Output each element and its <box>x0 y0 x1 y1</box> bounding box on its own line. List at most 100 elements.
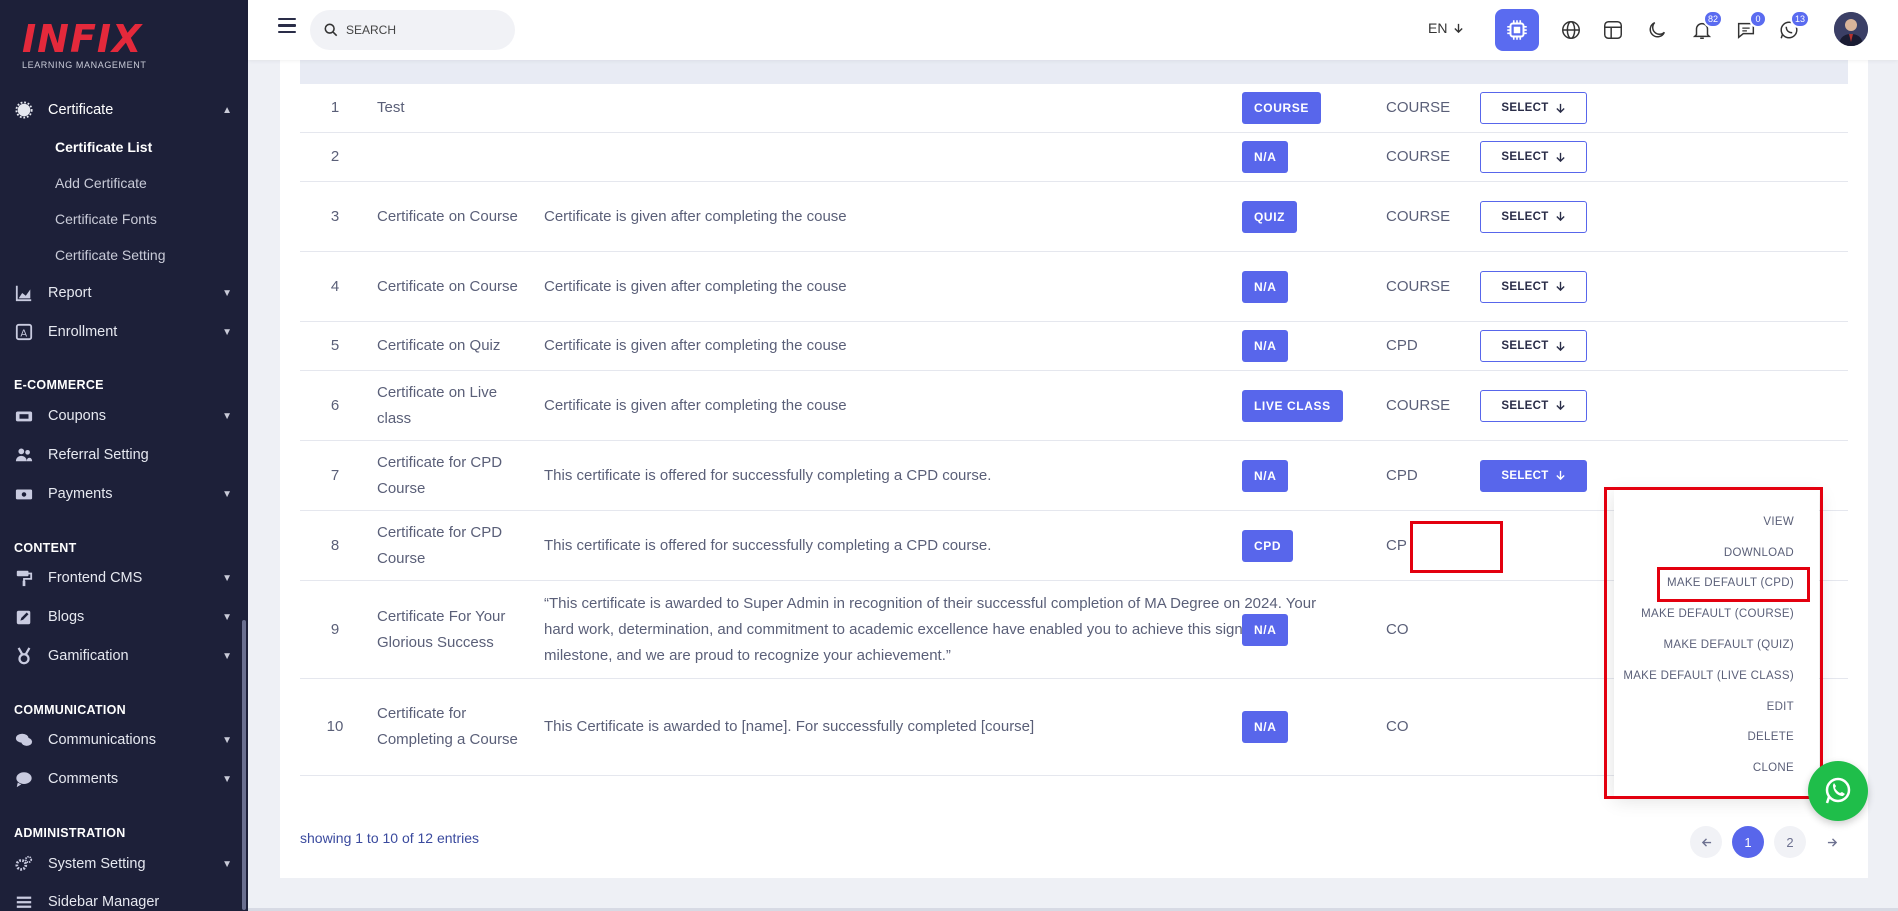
menu-item-make-default-cpd[interactable]: MAKE DEFAULT (CPD) <box>1667 577 1794 589</box>
arrow-down-icon <box>1454 23 1464 33</box>
whatsapp-button[interactable]: 13 <box>1776 10 1810 43</box>
menu-item-edit[interactable]: EDIT <box>1767 701 1794 713</box>
certificate-for-badge: N/A <box>1242 330 1289 362</box>
whatsapp-chat-button[interactable] <box>1808 761 1868 821</box>
sidebar-item-label: Blogs <box>48 609 85 625</box>
sidebar-item-label: Frontend CMS <box>48 570 143 586</box>
sidebar-item-payments[interactable]: Payments ▼ <box>14 481 232 507</box>
arrow-down-icon <box>1555 103 1565 113</box>
sidebar-item-report[interactable]: Report ▼ <box>14 280 232 306</box>
brand-logo[interactable]: INFIX LEARNING MANAGEMENT <box>22 20 146 70</box>
select-action-button[interactable]: SELECT <box>1480 459 1587 492</box>
row-sl: 8 <box>330 536 340 554</box>
arrow-down-icon <box>1555 400 1565 411</box>
select-action-button[interactable]: SELECT <box>1480 92 1587 124</box>
sidebar-item-communications[interactable]: Communications ▼ <box>14 727 232 753</box>
row-body: Certificate is given after completing th… <box>544 207 847 225</box>
notifications-button[interactable]: 82 <box>1689 10 1723 43</box>
arrow-left-icon <box>1701 837 1711 847</box>
caret-up-icon: ▲ <box>222 104 232 116</box>
language-selector[interactable]: EN <box>1428 20 1464 36</box>
menu-item-make-default-course[interactable]: MAKE DEFAULT (COURSE) <box>1641 608 1794 620</box>
menu-item-delete[interactable]: DELETE <box>1747 731 1794 743</box>
badge-gear-icon <box>14 101 34 119</box>
medal-icon <box>14 647 34 665</box>
sidebar-item-frontend-cms[interactable]: Frontend CMS ▼ <box>14 565 232 591</box>
whatsapp-icon <box>1825 777 1851 804</box>
menu-item-download[interactable]: DOWNLOAD <box>1724 547 1794 559</box>
caret-down-icon: ▼ <box>222 734 232 746</box>
table-row: 5 Certificate on Quiz Certificate is given… <box>300 322 1848 371</box>
messages-button[interactable]: 0 <box>1733 10 1767 43</box>
arrow-down-icon <box>1555 341 1565 351</box>
row-body: Certificate is given after completing th… <box>544 277 847 295</box>
ai-chip-button[interactable] <box>1495 9 1539 51</box>
row-type: COURSE <box>1386 99 1451 116</box>
row-type: COURSE <box>1386 277 1451 295</box>
search-input[interactable] <box>346 23 496 37</box>
pagination-next[interactable] <box>1816 826 1848 858</box>
money-icon <box>14 485 34 503</box>
layout-icon[interactable] <box>1600 17 1626 43</box>
arrow-down-icon <box>1555 470 1565 481</box>
sidebar-item-certificate[interactable]: Certificate ▲ <box>14 97 232 123</box>
row-certificate-for-cell: COURSE <box>1242 84 1321 132</box>
select-label: SELECT <box>1501 340 1549 352</box>
row-certificate-for-cell: CPD <box>1242 511 1294 580</box>
sidebar-item-comments[interactable]: Comments ▼ <box>14 766 232 792</box>
pagination-page-2[interactable]: 2 <box>1774 826 1806 858</box>
moon-icon[interactable] <box>1644 17 1670 43</box>
caret-down-icon: ▼ <box>222 572 232 584</box>
section-ecommerce: E-COMMERCE <box>14 378 104 392</box>
select-action-button[interactable]: SELECT <box>1480 141 1587 173</box>
sidebar-item-gamification[interactable]: Gamification ▼ <box>14 643 232 669</box>
search-box[interactable] <box>310 10 515 50</box>
certificate-for-badge: COURSE <box>1242 92 1321 124</box>
row-body: This certificate is offered for successf… <box>544 536 992 554</box>
sidebar-subitem-certificate-fonts[interactable]: Certificate Fonts <box>55 211 157 227</box>
select-action-button[interactable]: SELECT <box>1480 330 1587 362</box>
sidebar-subitem-add-certificate[interactable]: Add Certificate <box>55 175 147 191</box>
sidebar-item-sidebar-manager[interactable]: Sidebar Manager <box>14 889 232 911</box>
chip-icon <box>1507 20 1527 40</box>
notification-count-badge: 82 <box>1702 10 1723 28</box>
action-dropdown-menu: VIEW DOWNLOAD MAKE DEFAULT (CPD) MAKE DE… <box>1614 490 1819 796</box>
menu-item-clone[interactable]: CLONE <box>1753 762 1794 774</box>
row-certificate-for-cell: N/A <box>1242 133 1289 181</box>
pagination-prev[interactable] <box>1690 826 1722 858</box>
row-body: This Certificate is awarded to [name]. F… <box>544 718 1035 735</box>
paint-roller-icon <box>14 569 34 587</box>
sidebar-item-system-setting[interactable]: System Setting ▼ <box>14 851 232 877</box>
row-type: COURSE <box>1386 148 1451 165</box>
menu-item-make-default-live-class[interactable]: MAKE DEFAULT (LIVE CLASS) <box>1623 670 1794 682</box>
row-body: This certificate is offered for successf… <box>544 466 992 484</box>
row-title: Test <box>377 99 405 116</box>
sidebar-subitem-certificate-list[interactable]: Certificate List <box>55 139 152 155</box>
caret-down-icon: ▼ <box>222 650 232 662</box>
arrow-down-icon <box>1555 211 1565 222</box>
sidebar-subitem-certificate-setting[interactable]: Certificate Setting <box>55 247 166 263</box>
row-title <box>377 133 527 181</box>
select-action-button[interactable]: SELECT <box>1480 200 1587 233</box>
logo-tagline: LEARNING MANAGEMENT <box>22 60 147 70</box>
comments-icon <box>14 731 34 749</box>
certificate-for-badge: QUIZ <box>1242 200 1298 233</box>
sidebar-item-coupons[interactable]: Coupons ▼ <box>14 403 232 429</box>
sidebar-item-label: Enrollment <box>48 324 118 340</box>
certificate-for-badge: N/A <box>1242 270 1289 303</box>
sidebar-scrollbar[interactable] <box>242 620 246 910</box>
select-action-button[interactable]: SELECT <box>1480 389 1587 422</box>
caret-down-icon: ▼ <box>222 287 232 299</box>
menu-item-view[interactable]: VIEW <box>1763 516 1794 528</box>
pagination-page-1[interactable]: 1 <box>1732 826 1764 858</box>
row-title: Certificate for CPD Course <box>377 523 503 567</box>
globe-icon[interactable] <box>1558 17 1584 43</box>
select-action-button[interactable]: SELECT <box>1480 270 1587 303</box>
menu-toggle-icon[interactable] <box>278 18 296 34</box>
sidebar-item-blogs[interactable]: Blogs ▼ <box>14 604 232 630</box>
row-title: Certificate for Completing a Course <box>377 705 518 748</box>
sidebar-item-referral[interactable]: Referral Setting <box>14 442 232 468</box>
user-avatar[interactable] <box>1834 12 1868 46</box>
menu-item-make-default-quiz[interactable]: MAKE DEFAULT (QUIZ) <box>1663 639 1794 651</box>
sidebar-item-enrollment[interactable]: A Enrollment ▼ <box>14 319 232 345</box>
